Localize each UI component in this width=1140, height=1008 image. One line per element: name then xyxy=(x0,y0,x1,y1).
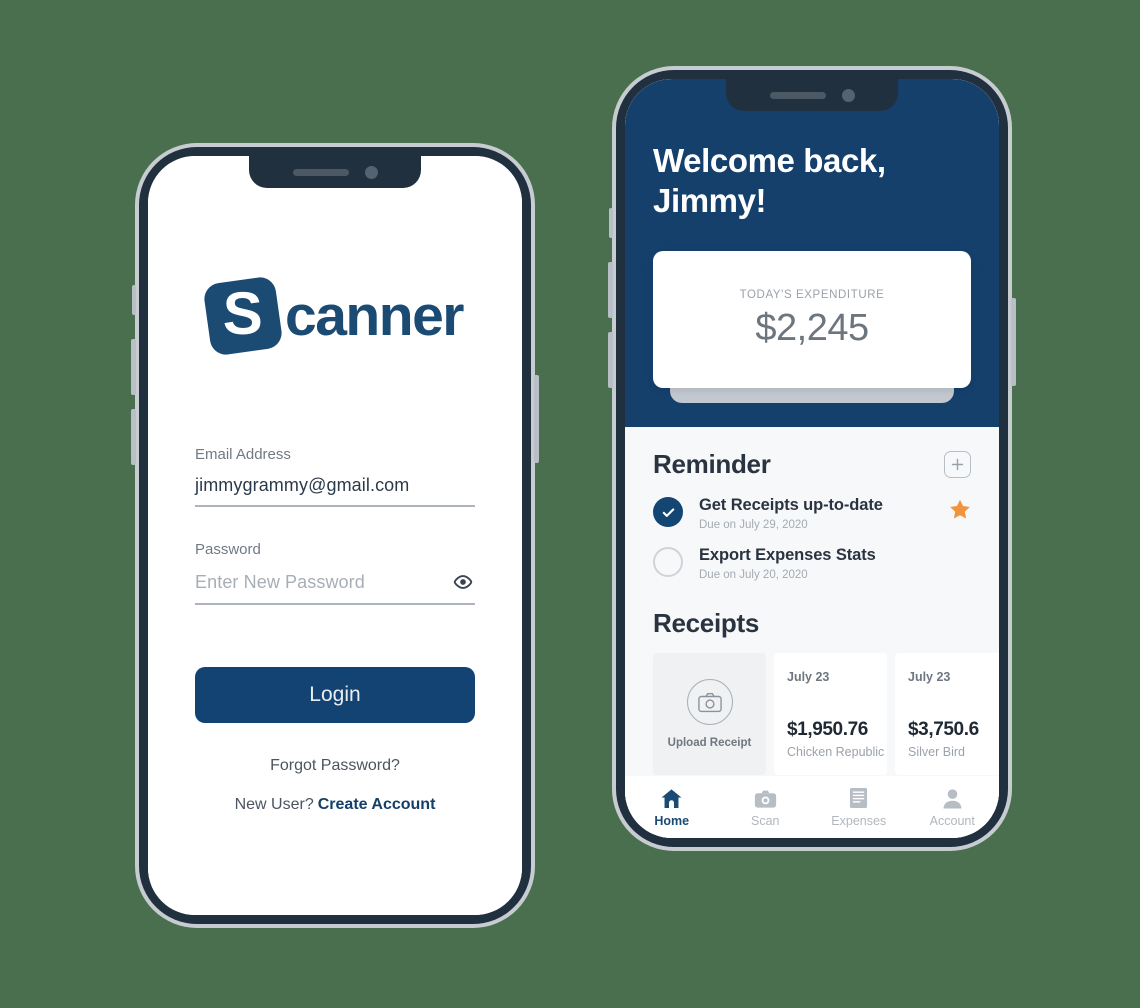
email-input[interactable]: jimmygrammy@gmail.com xyxy=(195,475,475,496)
create-account-link[interactable]: Create Account xyxy=(318,796,436,813)
earpiece-speaker xyxy=(769,91,826,99)
password-label: Password xyxy=(195,541,261,558)
phone-notch xyxy=(726,79,898,111)
receipts-carousel[interactable]: Upload Receipt July 23 $1,950.76 Chicken… xyxy=(625,639,999,775)
volume-down-button[interactable] xyxy=(131,409,136,465)
receipt-card[interactable]: July 23 $3,750.6 Silver Bird xyxy=(895,653,999,775)
power-button[interactable] xyxy=(534,375,539,463)
app-logo: S canner xyxy=(148,275,522,357)
receipt-amount: $3,750.6 xyxy=(908,719,979,740)
tab-expenses-label: Expenses xyxy=(831,813,887,828)
logo-letter: S xyxy=(223,280,263,348)
login-form: Email Address jimmygrammy@gmail.com Pass… xyxy=(148,446,522,639)
receipt-merchant: Chicken Republic xyxy=(787,745,885,759)
receipt-date: July 23 xyxy=(908,670,951,684)
check-icon xyxy=(662,507,674,517)
document-icon xyxy=(849,787,868,809)
reminder-item-due: Due on July 20, 2020 xyxy=(699,569,808,581)
front-camera xyxy=(364,165,378,179)
dashboard-body: Reminder Get Receipts up-to-date Due on … xyxy=(625,427,999,838)
password-input-row[interactable]: Enter New Password xyxy=(195,570,475,605)
star-icon[interactable] xyxy=(949,499,971,525)
expenditure-card[interactable]: TODAY'S EXPENDITURE $2,245 xyxy=(653,251,971,388)
phone-screen-dashboard: Welcome back, Jimmy! TODAY'S EXPENDITURE… xyxy=(625,79,999,838)
mute-switch[interactable] xyxy=(132,285,136,315)
reminder-item[interactable]: Get Receipts up-to-date Due on July 29, … xyxy=(653,496,971,531)
phone-mockup-dashboard: Welcome back, Jimmy! TODAY'S EXPENDITURE… xyxy=(608,66,1016,851)
create-account-row: New User? Create Account xyxy=(148,796,522,814)
home-icon xyxy=(660,787,683,809)
reminder-item-due: Due on July 29, 2020 xyxy=(699,519,808,531)
tab-scan[interactable]: Scan xyxy=(719,787,813,828)
tab-scan-label: Scan xyxy=(751,813,780,828)
screenshot-canvas: S canner Email Address jimmygrammy@gmail… xyxy=(0,0,1140,1008)
receipt-amount: $1,950.76 xyxy=(787,719,868,740)
front-camera xyxy=(841,88,855,102)
volume-up-button[interactable] xyxy=(608,262,613,318)
login-button[interactable]: Login xyxy=(195,667,475,723)
new-user-label: New User? xyxy=(234,796,314,813)
tab-account-label: Account xyxy=(929,813,975,828)
reminder-item[interactable]: Export Expenses Stats Due on July 20, 20… xyxy=(653,546,971,581)
receipt-card[interactable]: July 23 $1,950.76 Chicken Republic xyxy=(774,653,887,775)
expenditure-label: TODAY'S EXPENDITURE xyxy=(739,289,885,301)
mute-switch[interactable] xyxy=(609,208,613,238)
eye-icon[interactable] xyxy=(451,570,475,594)
forgot-password-link[interactable]: Forgot Password? xyxy=(148,757,522,775)
tab-account[interactable]: Account xyxy=(906,787,1000,828)
reminder-list: Get Receipts up-to-date Due on July 29, … xyxy=(625,480,999,581)
phone-mockup-login: S canner Email Address jimmygrammy@gmail… xyxy=(131,143,539,928)
dashboard-screen: Welcome back, Jimmy! TODAY'S EXPENDITURE… xyxy=(625,79,999,838)
person-icon xyxy=(942,787,963,809)
power-button[interactable] xyxy=(1011,298,1016,386)
dashboard-header: Welcome back, Jimmy! TODAY'S EXPENDITURE… xyxy=(625,79,999,427)
password-field-group: Password Enter New Password xyxy=(195,541,475,605)
login-screen: S canner Email Address jimmygrammy@gmail… xyxy=(148,156,522,915)
logo-tile-icon: S xyxy=(202,275,284,357)
reminder-text: Export Expenses Stats Due on July 20, 20… xyxy=(699,546,949,581)
expenditure-card-stack: TODAY'S EXPENDITURE $2,245 xyxy=(653,251,971,403)
tab-expenses[interactable]: Expenses xyxy=(812,787,906,828)
tab-home[interactable]: Home xyxy=(625,787,719,828)
tab-home-label: Home xyxy=(654,813,690,828)
receipt-date: July 23 xyxy=(787,670,830,684)
camera-icon xyxy=(686,679,733,725)
password-input[interactable]: Enter New Password xyxy=(195,572,451,593)
email-label: Email Address xyxy=(195,446,291,463)
expenditure-value: $2,245 xyxy=(755,307,869,349)
plus-icon xyxy=(951,458,964,471)
reminder-title: Reminder xyxy=(653,449,771,479)
reminder-item-title: Get Receipts up-to-date xyxy=(699,496,883,514)
upload-receipt-card[interactable]: Upload Receipt xyxy=(653,653,766,775)
email-field-group: Email Address jimmygrammy@gmail.com xyxy=(195,446,475,507)
receipt-merchant: Silver Bird xyxy=(908,745,965,759)
reminder-checkbox-unchecked[interactable] xyxy=(653,547,683,577)
reminder-checkbox-checked[interactable] xyxy=(653,497,683,527)
greeting-title: Welcome back, Jimmy! xyxy=(653,142,886,220)
volume-up-button[interactable] xyxy=(131,339,136,395)
volume-down-button[interactable] xyxy=(608,332,613,388)
add-reminder-button[interactable] xyxy=(944,451,971,478)
bottom-tab-bar: Home Scan Expenses Account xyxy=(625,776,999,838)
phone-notch xyxy=(249,156,421,188)
reminder-header: Reminder xyxy=(625,449,999,480)
email-input-row[interactable]: jimmygrammy@gmail.com xyxy=(195,475,475,507)
receipts-title: Receipts xyxy=(653,608,759,638)
reminder-text: Get Receipts up-to-date Due on July 29, … xyxy=(699,496,949,531)
phone-screen-login: S canner Email Address jimmygrammy@gmail… xyxy=(148,156,522,915)
logo-wordmark: canner xyxy=(285,284,464,348)
upload-receipt-label: Upload Receipt xyxy=(667,737,752,749)
camera-icon xyxy=(754,787,777,809)
reminder-item-title: Export Expenses Stats xyxy=(699,546,876,564)
earpiece-speaker xyxy=(292,168,349,176)
